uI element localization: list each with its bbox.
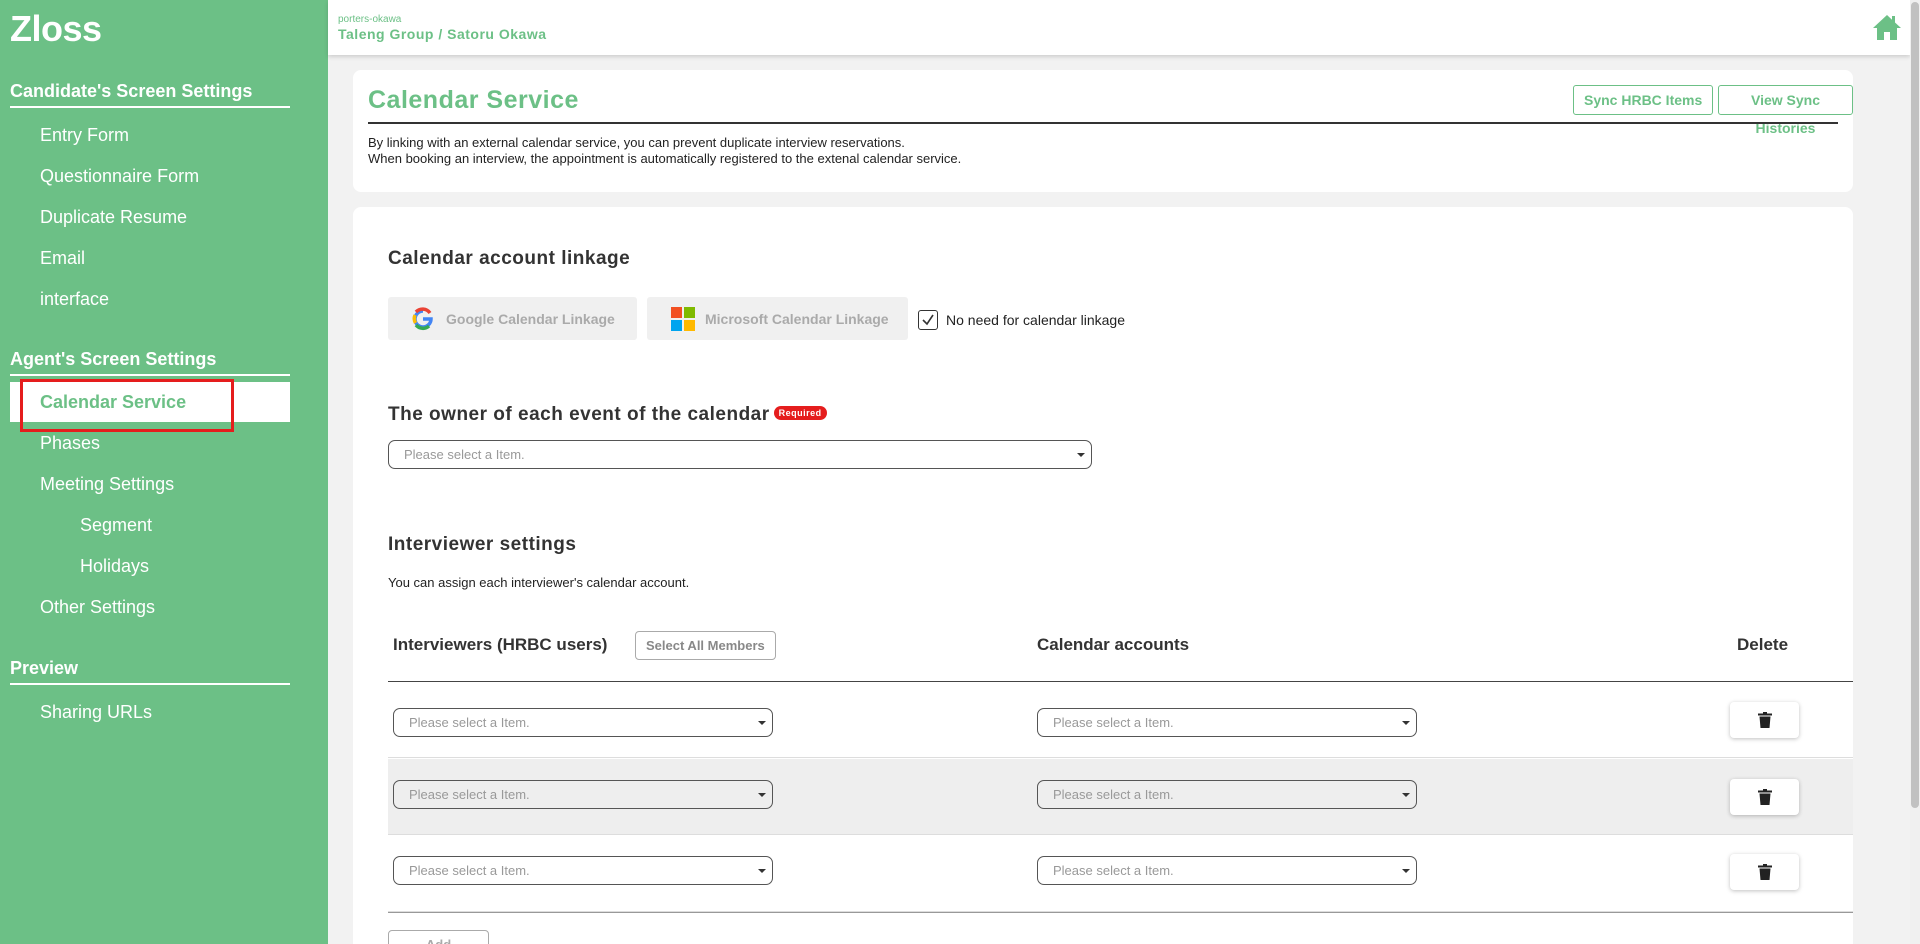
interviewer-settings-note: You can assign each interviewer's calend… [388,575,690,590]
google-calendar-linkage-button[interactable]: Google Calendar Linkage [388,297,637,340]
app-logo[interactable]: Zloss [10,8,102,50]
sidebar-item-questionnaire-form[interactable]: Questionnaire Form [0,156,290,196]
sidebar-item-sharing-urls[interactable]: Sharing URLs [0,692,290,732]
check-icon [922,314,934,326]
no-need-linkage-label: No need for calendar linkage [946,312,1126,328]
caret-down-icon [1402,869,1410,873]
calendar-account-select[interactable]: Please select a Item. [1037,708,1417,737]
interviewer-select[interactable]: Please select a Item. [393,856,773,885]
sidebar-item-entry-form[interactable]: Entry Form [0,115,290,155]
sidebar-item-duplicate-resume[interactable]: Duplicate Resume [0,197,290,237]
caret-down-icon [1077,453,1085,457]
sidebar-item-calendar-service[interactable]: Calendar Service [10,382,290,422]
sidebar-item-holidays[interactable]: Holidays [0,546,290,586]
add-row-button[interactable]: Add [388,930,489,944]
trash-icon [1757,789,1772,805]
google-icon [412,306,433,330]
owner-select[interactable]: Please select a Item. [388,440,1092,469]
title-divider [368,122,1838,124]
owner-heading-text: The owner of each event of the calendar [388,404,770,425]
sidebar-item-phases[interactable]: Phases [0,423,290,463]
microsoft-calendar-linkage-label: Microsoft Calendar Linkage [705,310,889,327]
calendar-account-select-placeholder: Please select a Item. [1053,863,1174,878]
home-icon[interactable] [1872,13,1902,41]
interviewer-select[interactable]: Please select a Item. [393,780,773,809]
select-all-members-button[interactable]: Select All Members [635,631,776,660]
calendar-account-select[interactable]: Please select a Item. [1037,856,1417,885]
interviewer-select-placeholder: Please select a Item. [409,863,530,878]
sidebar-item-email[interactable]: Email [0,238,290,278]
col-header-calendar-accounts: Calendar accounts [1037,635,1190,654]
no-need-linkage-checkbox[interactable]: No need for calendar linkage [918,310,1125,330]
table-row: Please select a Item. Please select a It… [388,759,1853,835]
page-scrollbar[interactable] [1910,0,1920,944]
microsoft-calendar-linkage-button[interactable]: Microsoft Calendar Linkage [647,297,908,340]
table-bottom-divider [388,912,1853,913]
checkbox-box[interactable] [918,310,938,330]
interviewer-select-placeholder: Please select a Item. [409,715,530,730]
section-heading-candidate: Candidate's Screen Settings [10,81,290,108]
delete-row-button[interactable] [1730,779,1799,815]
view-sync-histories-button[interactable]: View Sync Histories [1718,85,1853,136]
delete-row-button[interactable] [1730,702,1799,738]
sidebar-item-meeting-settings[interactable]: Meeting Settings [0,464,290,504]
caret-down-icon [758,869,766,873]
caret-down-icon [758,721,766,725]
calendar-account-select-placeholder: Please select a Item. [1053,715,1174,730]
account-name[interactable]: Taleng Group / Satoru Okawa [338,26,547,42]
sync-hrbc-items-button[interactable]: Sync HRBC Items [1573,85,1714,115]
description-line-2: When booking an interview, the appointme… [368,151,962,166]
section-heading-preview: Preview [10,658,290,685]
delete-row-button[interactable] [1730,854,1799,890]
calendar-linkage-heading: Calendar account linkage [388,248,631,269]
trash-icon [1757,864,1772,880]
caret-down-icon [758,793,766,797]
description-line-1: By linking with an external calendar ser… [368,135,905,150]
owner-heading: The owner of each event of the calendar R… [388,404,827,426]
caret-down-icon [1402,793,1410,797]
col-header-interviewers: Interviewers (HRBC users) [393,635,608,654]
sidebar-item-other-settings[interactable]: Other Settings [0,587,290,627]
table-row: Please select a Item. Please select a It… [388,836,1853,912]
required-badge: Required [773,406,827,420]
top-bar: porters-okawa Taleng Group / Satoru Okaw… [328,0,1910,55]
sidebar-item-interface[interactable]: interface [0,279,290,319]
trash-icon [1757,712,1772,728]
interviewer-select[interactable]: Please select a Item. [393,708,773,737]
calendar-account-select-placeholder: Please select a Item. [1053,787,1174,802]
account-id: porters-okawa [338,14,402,25]
caret-down-icon [1402,721,1410,725]
google-calendar-linkage-label: Google Calendar Linkage [446,310,615,327]
interviewer-settings-heading: Interviewer settings [388,534,577,555]
col-header-delete: Delete [1737,635,1789,654]
sidebar-item-segment[interactable]: Segment [0,505,290,545]
interviewer-select-placeholder: Please select a Item. [409,787,530,802]
sidebar: Zloss Candidate's Screen Settings Entry … [0,0,328,944]
settings-card: Calendar account linkage Google Calendar… [353,207,1853,944]
header-card: Calendar Service Sync HRBC Items View Sy… [353,70,1853,192]
calendar-account-select[interactable]: Please select a Item. [1037,780,1417,809]
microsoft-icon [671,306,695,331]
table-row: Please select a Item. Please select a It… [388,682,1853,758]
owner-select-placeholder: Please select a Item. [404,447,525,462]
page-title: Calendar Service [368,86,579,114]
scrollbar-thumb[interactable] [1911,2,1919,808]
section-heading-agent: Agent's Screen Settings [10,349,290,376]
